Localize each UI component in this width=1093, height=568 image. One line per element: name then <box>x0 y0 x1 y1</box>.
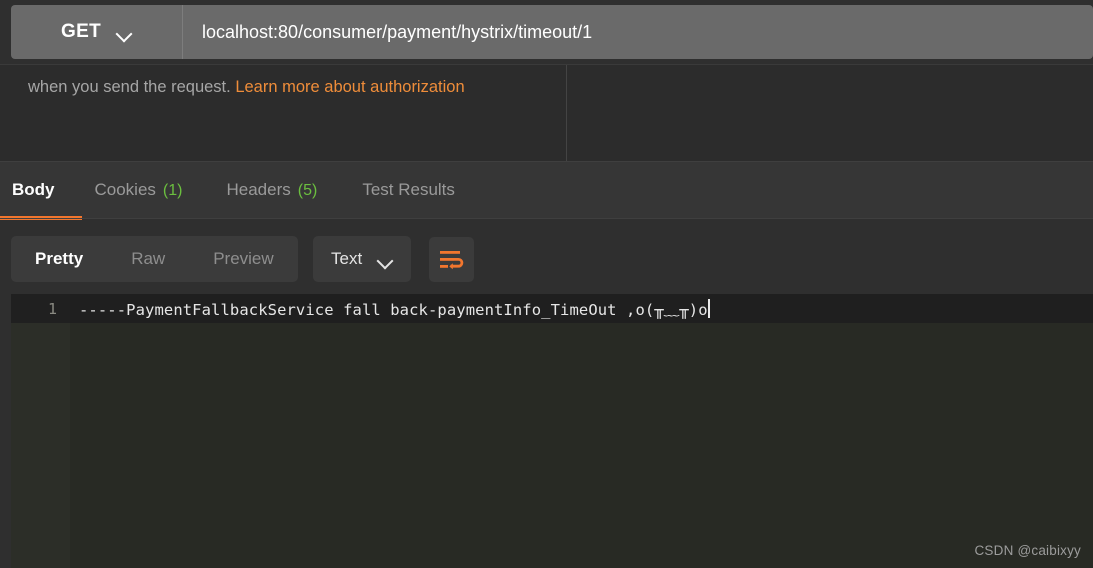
tab-cookies-label: Cookies <box>94 180 156 199</box>
tab-test-results[interactable]: Test Results <box>340 162 475 218</box>
view-mode-preview[interactable]: Preview <box>189 236 297 282</box>
word-wrap-icon <box>440 250 464 269</box>
tab-body-label: Body <box>12 180 55 199</box>
authorization-hint-text: when you send the request. Learn more ab… <box>28 78 465 97</box>
view-mode-segmented-control: Pretty Raw Preview <box>11 236 298 282</box>
tab-cookies[interactable]: Cookies (1) <box>76 162 206 218</box>
watermark: CSDN @caibixyy <box>974 543 1081 558</box>
response-body-text: -----PaymentFallbackService fall back-pa… <box>79 294 710 323</box>
text-caret <box>707 299 710 318</box>
request-url-input[interactable]: localhost:80/consumer/payment/hystrix/ti… <box>183 5 1093 59</box>
tab-headers[interactable]: Headers (5) <box>205 162 340 218</box>
tab-cookies-count: (1) <box>162 182 183 199</box>
authorization-hint-panel: when you send the request. Learn more ab… <box>0 65 567 161</box>
request-url-bar-region: GET localhost:80/consumer/payment/hystri… <box>0 0 1093 64</box>
word-wrap-toggle-button[interactable] <box>429 237 474 282</box>
response-tabs: Body Cookies (1) Headers (5) Test Result… <box>0 162 475 218</box>
tab-test-results-label: Test Results <box>362 180 455 199</box>
line-number: 1 <box>11 294 70 323</box>
editor-gutter: 1 <box>11 294 70 568</box>
request-url-bar: GET localhost:80/consumer/payment/hystri… <box>11 5 1093 59</box>
view-mode-raw[interactable]: Raw <box>107 236 189 282</box>
response-tabs-region: Body Cookies (1) Headers (5) Test Result… <box>0 161 1093 219</box>
tab-body[interactable]: Body <box>0 162 76 218</box>
authorization-hint-strip: when you send the request. Learn more ab… <box>0 64 1093 161</box>
tab-headers-count: (5) <box>297 182 318 199</box>
response-format-toolbar: Pretty Raw Preview Text <box>0 220 1093 294</box>
content-type-select-value: Text <box>331 249 363 268</box>
tab-headers-label: Headers <box>226 180 291 199</box>
learn-more-authorization-link[interactable]: Learn more about authorization <box>235 78 464 96</box>
http-method-dropdown[interactable]: GET <box>11 5 183 59</box>
authorization-right-panel <box>568 65 1093 161</box>
tabs-divider <box>0 218 1093 219</box>
chevron-down-icon <box>378 255 393 264</box>
response-body-content: -----PaymentFallbackService fall back-pa… <box>79 300 708 319</box>
view-mode-pretty[interactable]: Pretty <box>11 236 107 282</box>
content-type-select[interactable]: Text <box>313 236 412 282</box>
authorization-hint-sentence: when you send the request. <box>28 78 236 96</box>
http-method-label: GET <box>61 21 101 42</box>
chevron-down-icon <box>117 28 132 37</box>
response-body-editor[interactable]: 1 -----PaymentFallbackService fall back-… <box>11 294 1093 568</box>
